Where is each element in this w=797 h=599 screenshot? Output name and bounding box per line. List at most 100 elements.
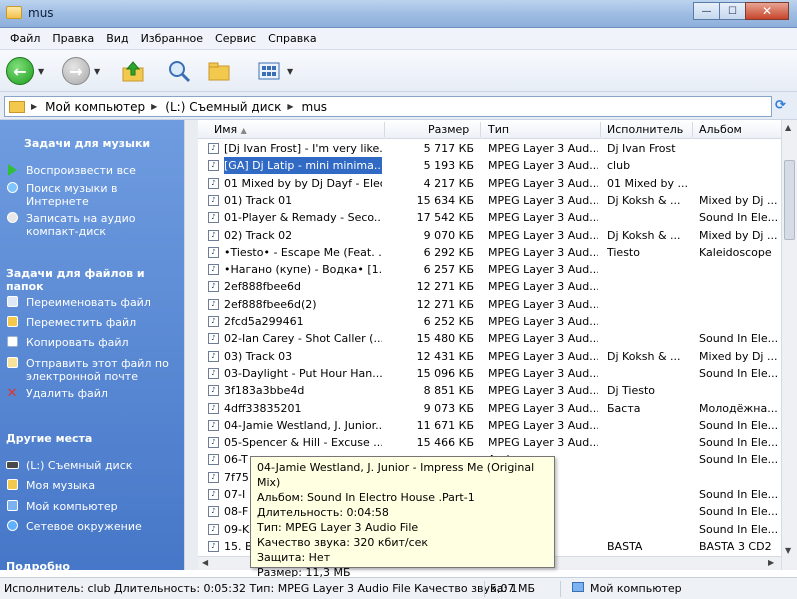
views-dropdown[interactable]: ▼ [287, 67, 293, 76]
delete-file-link[interactable]: ✕ Удалить файл [4, 387, 108, 401]
file-album: Sound In Ele... [699, 366, 777, 380]
column-artist[interactable]: Исполнитель [607, 123, 683, 136]
file-row[interactable]: ♪ 01-Player & Remady - Seco... 17 542 КБ MP… [198, 209, 781, 226]
move-file-link[interactable]: Переместить файл [4, 316, 136, 330]
forward-dropdown[interactable]: ▼ [94, 67, 100, 76]
chevron-down-icon: ▼ [287, 67, 294, 76]
breadcrumb-mus[interactable]: mus [302, 100, 328, 114]
search-button[interactable] [166, 58, 192, 84]
title-bar: mus — ☐ ✕ [0, 0, 797, 28]
my-music-link[interactable]: Моя музыка [4, 479, 95, 493]
file-row[interactable]: ♪ 01) Track 01 15 634 КБ MPEG Layer 3 Aud..… [198, 192, 781, 209]
file-name: 3f183a3bbe4d [224, 384, 305, 398]
file-row[interactable]: ♪ [GA] Dj Latip - mini minima... 5 193 КБ M… [198, 157, 781, 175]
column-size[interactable]: Размер [428, 123, 469, 136]
scroll-left-icon[interactable]: ◀ [202, 558, 208, 567]
column-divider[interactable] [384, 122, 385, 137]
maximize-button[interactable]: ☐ [719, 2, 745, 20]
breadcrumb-my-computer[interactable]: Мой компьютер [45, 100, 145, 114]
task-pane: Задачи для музыки Воспроизвести все Поис… [0, 120, 184, 570]
audio-file-icon: ♪ [208, 264, 219, 276]
chevron-down-icon: ▼ [94, 67, 101, 76]
scroll-down-icon[interactable]: ▼ [785, 546, 791, 555]
file-row[interactable]: ♪ 2ef888fbee6d 12 271 КБ MPEG Layer 3 Aud..… [198, 278, 781, 295]
views-button[interactable] [256, 58, 282, 84]
audio-file-icon: ♪ [208, 367, 219, 379]
folder-icon [6, 6, 22, 19]
column-type[interactable]: Тип [488, 123, 509, 136]
play-icon [4, 164, 20, 178]
back-button[interactable]: ← [6, 57, 34, 85]
column-divider[interactable] [480, 122, 481, 137]
menu-favorites[interactable]: Избранное [135, 32, 209, 45]
burn-cd-link[interactable]: Записать на аудио компакт-диск [4, 212, 154, 238]
left-pane-scrollbar[interactable] [184, 120, 198, 570]
file-type: MPEG Layer 3 Aud... [488, 315, 598, 328]
folders-button[interactable] [206, 58, 232, 84]
close-button[interactable]: ✕ [745, 2, 789, 20]
minimize-button[interactable]: — [693, 2, 719, 20]
file-row[interactable]: ♪ 03) Track 03 12 431 КБ MPEG Layer 3 Aud..… [198, 348, 781, 365]
network-link[interactable]: Сетевое окружение [4, 520, 142, 534]
file-size: 4 217 КБ [423, 176, 474, 190]
removable-disk-link[interactable]: (L:) Съемный диск [4, 459, 132, 473]
audio-file-icon: ♪ [208, 350, 219, 362]
file-row[interactable]: ♪ •Tiesto• - Escape Me (Feat. ... 6 292 КБ… [198, 244, 781, 261]
search-music-link[interactable]: Поиск музыки в Интернете [4, 182, 174, 208]
menu-tools[interactable]: Сервис [209, 32, 262, 45]
file-row[interactable]: ♪ 02-Ian Carey - Shot Caller (... 15 480 К… [198, 330, 781, 347]
breadcrumb-removable-disk[interactable]: (L:) Съемный диск [165, 100, 281, 114]
copy-file-link[interactable]: Копировать файл [4, 336, 129, 350]
file-row[interactable]: ♪ 2ef888fbee6d(2) 12 271 КБ MPEG Layer 3 Au… [198, 296, 781, 313]
audio-file-icon: ♪ [208, 489, 219, 500]
file-row[interactable]: ♪ 4dff33835201 9 073 КБ MPEG Layer 3 Aud...… [198, 400, 781, 417]
column-divider[interactable] [692, 122, 693, 137]
file-name: 03-Daylight - Put Hour Han... [224, 366, 382, 380]
scroll-right-icon[interactable]: ▶ [768, 558, 774, 567]
file-row[interactable]: ♪ [Dj Ivan Frost] - I'm very like... 5 717… [198, 140, 781, 157]
menu-edit[interactable]: Правка [46, 32, 100, 45]
file-row[interactable]: ♪ 03-Daylight - Put Hour Han... 15 096 КБ M… [198, 365, 781, 382]
file-row[interactable]: ♪ 02) Track 02 9 070 КБ MPEG Layer 3 Aud...… [198, 227, 781, 244]
status-location: Мой компьютер [590, 582, 682, 595]
email-file-link[interactable]: Отправить этот файл по электронной почте [4, 357, 174, 383]
play-all-link[interactable]: Воспроизвести все [4, 164, 136, 178]
forward-button[interactable]: → [62, 57, 90, 85]
rename-file-link[interactable]: Переименовать файл [4, 296, 151, 310]
status-bar: Исполнитель: club Длительность: 0:05:32 … [0, 577, 797, 599]
scroll-thumb[interactable] [784, 160, 795, 240]
file-album: Sound In Ele... [699, 418, 777, 432]
menu-help[interactable]: Справка [262, 32, 322, 45]
file-row[interactable]: ♪ 01 Mixed by by Dj Dayf - Electr... 4 217… [198, 175, 781, 192]
file-row[interactable]: ♪ 05-Spencer & Hill - Excuse ... 15 466 КБ… [198, 434, 781, 451]
menu-view[interactable]: Вид [100, 32, 134, 45]
back-dropdown[interactable]: ▼ [38, 67, 44, 76]
column-divider[interactable] [600, 122, 601, 137]
file-size: 5 193 КБ [423, 159, 474, 173]
up-folder-button[interactable] [120, 58, 146, 84]
column-album[interactable]: Альбом [699, 123, 742, 136]
file-row[interactable]: ♪ 3f183a3bbe4d 8 851 КБ MPEG Layer 3 Aud...… [198, 382, 781, 399]
audio-file-icon: ♪ [208, 194, 219, 206]
file-type: MPEG Layer 3 Aud... [488, 245, 598, 259]
audio-file-icon: ♪ [208, 506, 219, 518]
column-name[interactable]: Имя ▲ [214, 123, 247, 136]
file-list-scrollbar[interactable]: ▲ ▼ [781, 120, 797, 570]
file-row[interactable]: ♪ 04-Jamie Westland, J. Junior... 11 671 К… [198, 417, 781, 434]
my-computer-link[interactable]: Мой компьютер [4, 500, 118, 514]
audio-file-icon: ♪ [208, 419, 219, 431]
file-row[interactable]: ♪ 2fcd5a299461 6 252 КБ MPEG Layer 3 Aud... [198, 313, 781, 330]
file-artist: BASTA [607, 539, 643, 553]
address-field[interactable]: ▶ Мой компьютер ▶ (L:) Съемный диск ▶ mu… [4, 96, 772, 117]
audio-file-icon: ♪ [208, 471, 219, 483]
menu-file[interactable]: Файл [4, 32, 46, 45]
refresh-icon[interactable]: ⟳ [775, 98, 786, 113]
audio-file-icon: ♪ [208, 540, 219, 552]
file-type: MPEG Layer 3 Aud... [488, 366, 598, 380]
file-type: MPEG Layer 3 Aud... [488, 193, 598, 207]
file-name: 4dff33835201 [224, 401, 302, 415]
file-row[interactable]: ♪ •Нагано (купе) - Водка• [1... 6 257 КБ MP… [198, 261, 781, 278]
file-size: 9 073 КБ [423, 401, 474, 415]
scroll-up-icon[interactable]: ▲ [785, 123, 791, 132]
status-size: 5,07 МБ [490, 582, 536, 595]
